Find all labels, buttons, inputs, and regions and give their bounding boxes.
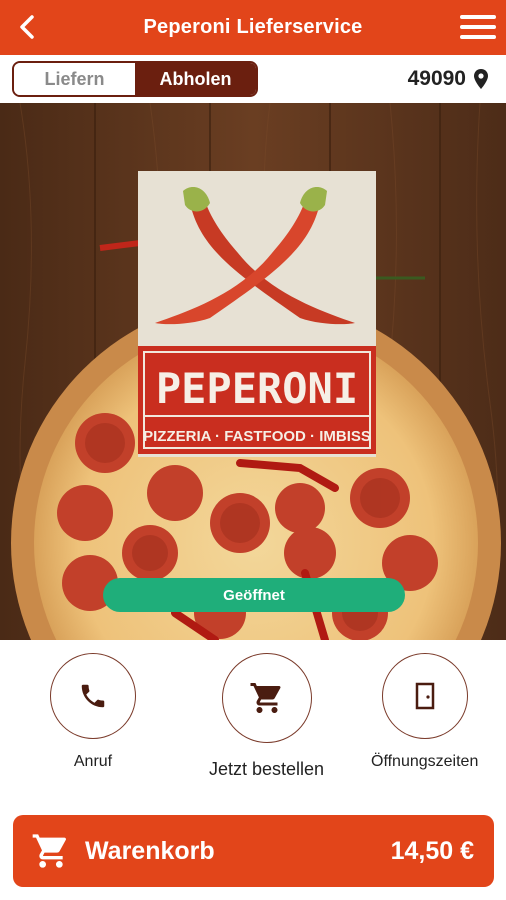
order-now-button[interactable]: Jetzt bestellen	[209, 653, 324, 780]
quick-actions: Anruf Jetzt bestellen Öffnungszeiten	[0, 640, 506, 800]
page-title: Peperoni Lieferservice	[143, 16, 363, 38]
zip-selector[interactable]: 49090	[408, 67, 488, 91]
cart-button[interactable]: Warenkorb 14,50 €	[13, 815, 494, 887]
hamburger-menu-icon	[460, 15, 496, 19]
option-liefern[interactable]: Liefern	[14, 63, 135, 95]
cart-total: 14,50 €	[390, 837, 474, 865]
mode-bar: Liefern Abholen 49090	[0, 55, 506, 103]
option-abholen[interactable]: Abholen	[135, 63, 256, 95]
peperoni-logo: PEPERONI PIZZERIA · FASTFOOD · IMBISS	[138, 171, 376, 457]
order-now-label: Jetzt bestellen	[209, 759, 325, 779]
cart-label: Warenkorb	[85, 836, 215, 865]
pizza-background: PEPERONI PIZZERIA · FASTFOOD · IMBISS	[0, 103, 506, 640]
opening-hours-button[interactable]: Öffnungszeiten	[371, 653, 478, 771]
opening-hours-label: Öffnungszeiten	[371, 753, 479, 770]
chevron-left-icon	[20, 15, 34, 39]
delivery-mode-toggle: Liefern Abholen	[12, 61, 258, 97]
menu-button[interactable]	[460, 12, 496, 42]
shopping-cart-icon	[250, 683, 281, 713]
back-button[interactable]	[12, 12, 42, 42]
call-label: Anruf	[73, 753, 113, 770]
logo-brand-name: PEPERONI	[156, 364, 358, 413]
logo-tagline: PIZZERIA · FASTFOOD · IMBISS	[143, 428, 371, 445]
app-header: Peperoni Lieferservice	[0, 0, 506, 55]
call-button[interactable]: Anruf	[50, 653, 136, 771]
zip-code: 49090	[407, 67, 466, 90]
hero-image: PEPERONI PIZZERIA · FASTFOOD · IMBISS Ge…	[0, 103, 506, 640]
open-status-badge[interactable]: Geöffnet	[103, 578, 405, 612]
door-icon	[415, 682, 434, 710]
shopping-cart-icon	[32, 834, 66, 868]
location-pin-icon	[474, 69, 488, 89]
phone-icon	[81, 684, 105, 708]
